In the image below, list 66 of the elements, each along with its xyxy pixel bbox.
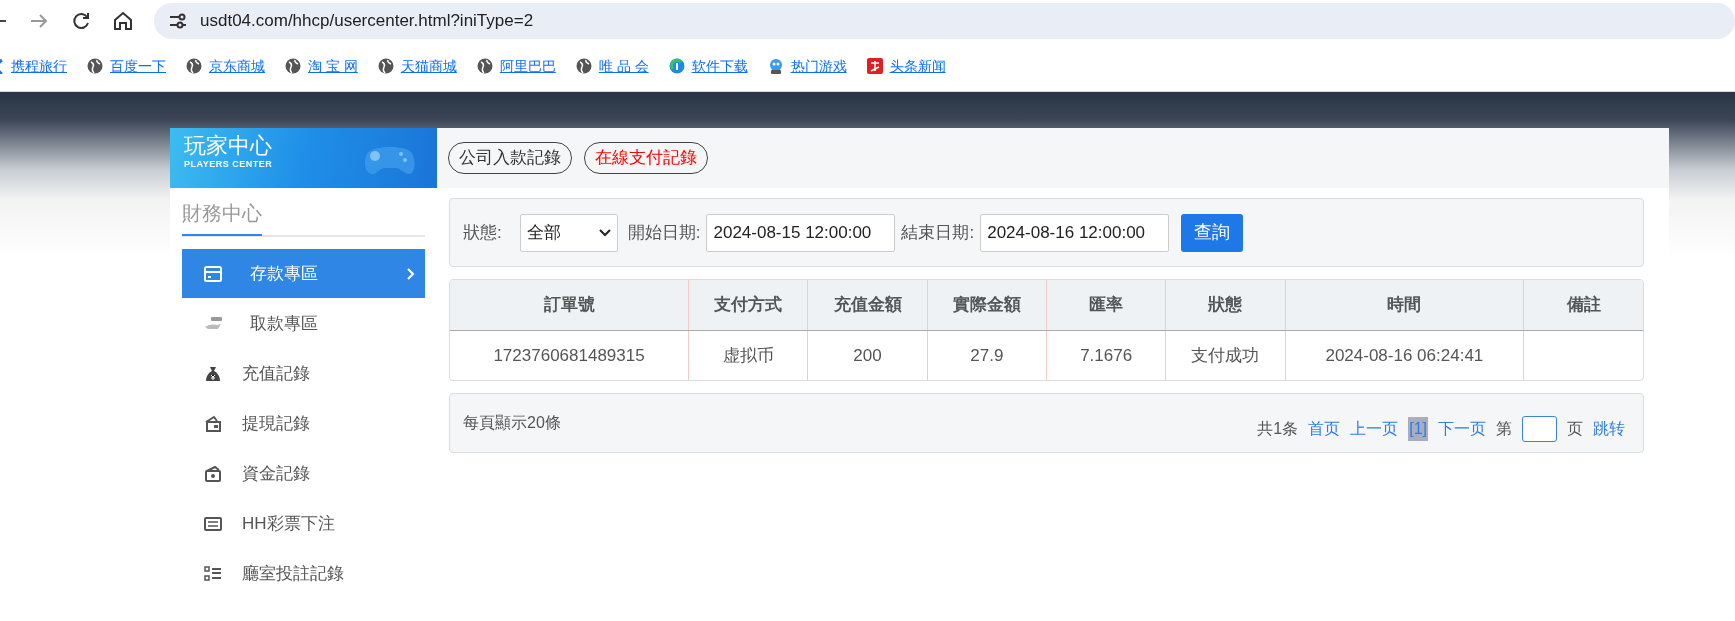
url-text: usdt04.com/hhcp/usercenter.html?iniType=2 (200, 9, 534, 32)
table-cell: 200 (807, 330, 928, 380)
column-header: 備註 (1523, 280, 1643, 330)
field-label: 結束日期: (901, 221, 975, 244)
status-select[interactable]: 全部 (519, 213, 618, 252)
table-cell: 虚拟币 (688, 330, 808, 380)
sidebar-subtitle: PLAYERS CENTER (184, 158, 274, 172)
table-cell: 2024-08-16 06:24:41 (1285, 330, 1524, 380)
money-bag-icon (204, 364, 222, 383)
sidebar-item[interactable]: 充值記錄 (182, 349, 425, 398)
column-header: 狀態 (1165, 280, 1286, 330)
globe-icon (285, 58, 301, 74)
column-header: 實際金額 (927, 280, 1047, 330)
column-header: 訂單號 (450, 280, 689, 330)
news-icon (866, 58, 883, 74)
page-label: 页 (1567, 419, 1583, 439)
list-icon (204, 564, 222, 583)
card-icon (204, 264, 222, 283)
column-header: 支付方式 (688, 280, 808, 330)
table-cell: 7.1676 (1046, 330, 1166, 380)
chevron-right-icon (407, 267, 415, 280)
game-character-icon (767, 58, 784, 74)
sidebar-item[interactable]: 資金記錄 (182, 449, 425, 498)
page-label: 第 (1496, 419, 1512, 439)
section-heading: 財務中心 (182, 198, 262, 236)
date-field[interactable]: 2024-08-16 12:00:00 (980, 213, 1170, 252)
search-button[interactable]: 查詢 (1181, 213, 1244, 252)
wallet-icon (204, 414, 222, 433)
next-page-link[interactable]: 下一页 (1438, 417, 1486, 441)
globe-icon (87, 58, 103, 74)
home-icon[interactable] (112, 9, 134, 32)
bookmark[interactable]: 淘 宝 网 (285, 55, 358, 77)
sidebar-item[interactable]: 取款專區 (182, 299, 425, 348)
prev-page-link[interactable]: 上一页 (1350, 417, 1399, 441)
bookmark[interactable]: 天猫商城 (377, 55, 457, 77)
sidebar-item[interactable]: 存款專區 (182, 249, 425, 298)
jump-link[interactable]: 跳转 (1593, 417, 1625, 441)
sidebar-item[interactable]: HH彩票下注 (182, 499, 425, 548)
date-field[interactable]: 2024-08-15 12:00:00 (706, 213, 896, 252)
table-cell: 27.9 (927, 330, 1047, 380)
column-header: 時間 (1285, 280, 1524, 330)
table-cell: 1723760681489315 (450, 330, 689, 380)
page-size-text: 每頁顯示20條 (463, 413, 561, 433)
current-page: [1] (1408, 417, 1428, 441)
sidebar-title: 玩家中心 (184, 134, 273, 159)
list-icon (204, 514, 222, 533)
field-label: 開始日期: (627, 221, 701, 244)
address-bar[interactable]: usdt04.com/hhcp/usercenter.html?iniType=2 (154, 2, 1735, 39)
column-header: 匯率 (1046, 280, 1166, 330)
caret-icon (598, 228, 611, 237)
cash-icon (204, 464, 222, 483)
column-header: 充值金額 (807, 280, 928, 330)
bookmark[interactable]: 阿里巴巴 (476, 55, 556, 77)
first-page-link[interactable]: 首页 (1308, 417, 1341, 441)
globe-icon (476, 58, 493, 74)
bookmark[interactable]: 京东商城 (186, 55, 265, 77)
table-cell: 支付成功 (1165, 330, 1286, 380)
sidebar-item[interactable]: 提現記錄 (182, 399, 425, 448)
globe-icon (186, 58, 202, 74)
sidebar-item[interactable]: 廳室投註記錄 (182, 549, 425, 598)
field-label: 狀態: (463, 221, 502, 244)
total-count: 共1条 (1257, 419, 1299, 439)
download-icon (668, 58, 685, 74)
globe-icon (575, 58, 592, 74)
page-number-field[interactable] (1522, 416, 1557, 442)
globe-icon (377, 58, 394, 74)
